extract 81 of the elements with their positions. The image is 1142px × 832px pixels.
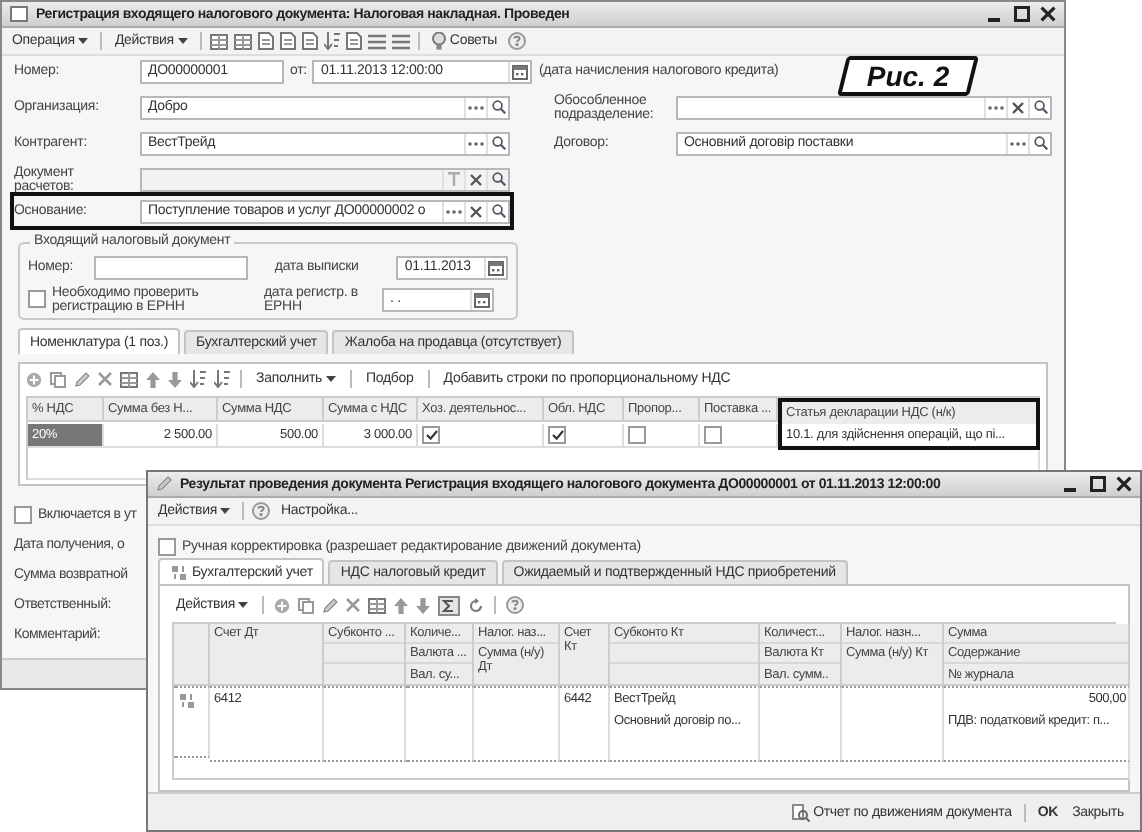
maximize-icon[interactable] — [1014, 6, 1030, 22]
calendar-button[interactable] — [508, 61, 531, 81]
sort-icon[interactable] — [190, 370, 206, 388]
list-icon[interactable] — [391, 33, 410, 49]
arrow-up-icon[interactable] — [394, 597, 409, 613]
search-icon — [491, 204, 505, 218]
select-button[interactable] — [984, 97, 1006, 117]
sort-icon[interactable] — [214, 370, 230, 388]
pencil-icon — [156, 476, 172, 492]
document-icon[interactable] — [301, 32, 318, 50]
calendar-button[interactable] — [484, 257, 506, 277]
search-button[interactable] — [486, 133, 508, 153]
sort-icon[interactable] — [323, 32, 340, 50]
add-icon[interactable] — [26, 371, 42, 387]
search-icon — [1033, 136, 1047, 150]
help-icon[interactable] — [506, 596, 525, 614]
pencil-icon[interactable] — [322, 597, 339, 613]
select-button[interactable] — [1006, 133, 1028, 153]
delete-icon[interactable] — [346, 598, 361, 612]
checkbox[interactable] — [628, 426, 646, 444]
search-icon — [491, 172, 505, 186]
input-field[interactable] — [676, 95, 1052, 119]
table-icon[interactable] — [120, 371, 138, 387]
help-icon[interactable] — [507, 32, 526, 50]
search-button[interactable] — [486, 97, 508, 117]
arrow-down-icon[interactable] — [416, 597, 431, 613]
table-icon[interactable] — [209, 33, 228, 49]
maximize-icon[interactable] — [1090, 476, 1106, 492]
report-icon — [791, 803, 810, 821]
caret-icon — [238, 602, 249, 608]
calendar-icon — [488, 259, 504, 275]
select-button[interactable] — [464, 133, 486, 153]
window-icon — [10, 6, 28, 22]
search-icon — [491, 136, 505, 150]
calendar-icon — [512, 63, 529, 79]
sum-icon[interactable] — [438, 595, 461, 615]
close-icon[interactable] — [1116, 476, 1132, 492]
add-icon[interactable] — [274, 597, 291, 613]
search-button[interactable] — [486, 201, 508, 221]
type-icon — [448, 172, 460, 186]
select-button[interactable] — [464, 97, 486, 117]
caret-icon — [177, 38, 188, 44]
caret-icon — [220, 508, 231, 514]
checkbox[interactable] — [422, 426, 440, 444]
refresh-icon[interactable] — [468, 597, 485, 613]
arrow-down-icon[interactable] — [168, 371, 182, 387]
search-icon — [1033, 100, 1047, 114]
table-icon[interactable] — [233, 33, 252, 49]
help-icon[interactable] — [252, 502, 271, 520]
number-field[interactable] — [94, 255, 249, 279]
checkbox[interactable] — [548, 426, 566, 444]
select-button[interactable] — [442, 201, 464, 221]
copy-icon[interactable] — [50, 371, 66, 387]
search-icon — [491, 100, 505, 114]
calendar-button[interactable] — [470, 289, 492, 309]
delete-icon[interactable] — [98, 372, 112, 386]
table-icon[interactable] — [368, 597, 387, 613]
document-icon[interactable] — [257, 32, 274, 50]
checkbox[interactable] — [704, 426, 722, 444]
table-cell — [406, 686, 474, 762]
clear-icon — [1012, 101, 1024, 113]
document-icon[interactable] — [345, 32, 362, 50]
clear-button[interactable] — [1006, 97, 1028, 117]
document-icon[interactable] — [279, 32, 296, 50]
calendar-icon — [474, 291, 490, 307]
checkbox[interactable] — [158, 537, 176, 555]
checkbox[interactable] — [14, 505, 32, 523]
clear-button[interactable] — [464, 201, 486, 221]
clear-icon — [470, 205, 482, 217]
caret-icon — [326, 376, 337, 382]
close-icon[interactable] — [1040, 6, 1056, 22]
list-icon[interactable] — [367, 33, 386, 49]
pencil-icon[interactable] — [74, 371, 90, 387]
arrow-up-icon[interactable] — [146, 371, 160, 387]
clear-icon — [470, 173, 482, 185]
checkbox[interactable] — [28, 290, 46, 308]
caret-icon — [78, 38, 89, 44]
figure-label: Рис. 2 — [842, 56, 974, 96]
search-button[interactable] — [1028, 97, 1050, 117]
copy-icon[interactable] — [298, 597, 315, 613]
search-button[interactable] — [1028, 133, 1050, 153]
